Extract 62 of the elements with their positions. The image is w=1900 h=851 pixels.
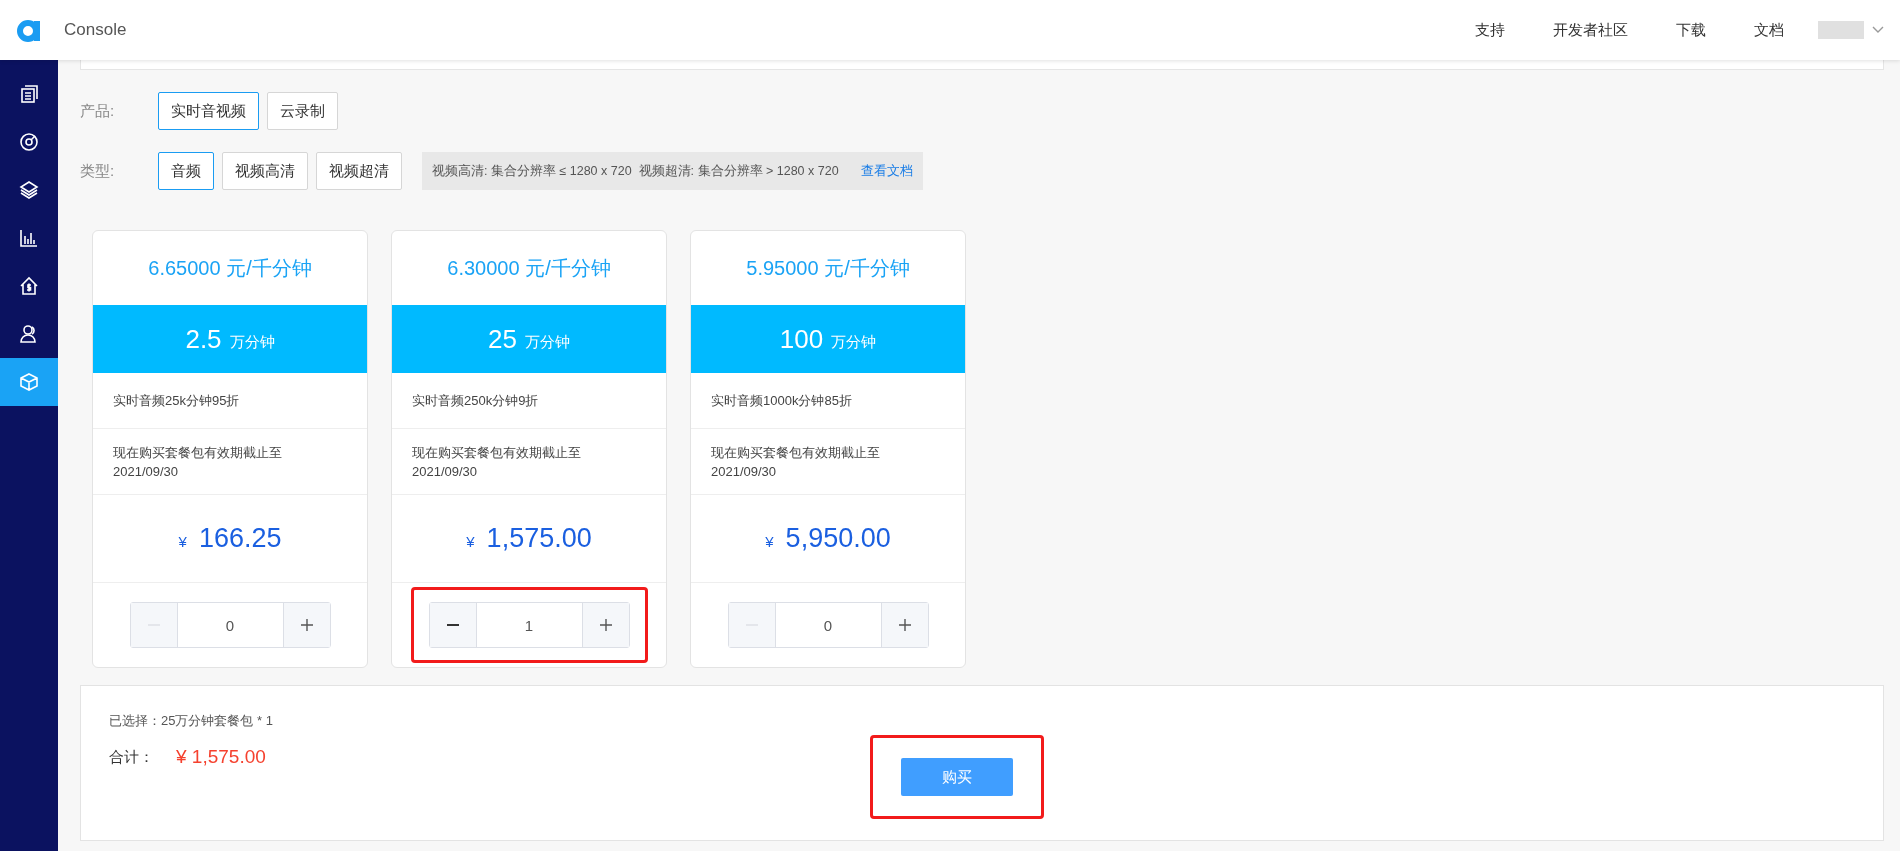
- filter-option[interactable]: 音频: [158, 152, 214, 190]
- filter-option[interactable]: 实时音视频: [158, 92, 259, 130]
- currency-symbol: ¥: [178, 533, 187, 550]
- filter-label: 类型:: [80, 161, 116, 181]
- plus-button[interactable]: [283, 603, 330, 647]
- nav-link[interactable]: 支持: [1475, 20, 1505, 40]
- discount-text: 实时音频25k分钟95折: [93, 373, 367, 429]
- users-icon: [19, 324, 39, 344]
- chart-icon: [19, 228, 39, 248]
- validity-date: 2021/09/30: [711, 462, 778, 481]
- selection-text: 已选择：25万分钟套餐包 * 1: [109, 712, 274, 730]
- package-price: 166.25: [198, 523, 282, 554]
- amount: 25: [488, 323, 517, 355]
- filter-label: 产品:: [80, 101, 116, 121]
- validity-date: 2021/09/30: [412, 462, 479, 481]
- nav-link[interactable]: 开发者社区: [1553, 20, 1628, 40]
- billing-icon: [19, 276, 39, 296]
- validity-text: 现在购买套餐包有效期截止至: [412, 443, 582, 462]
- unit-price: 6.30000 元/千分钟: [446, 255, 612, 281]
- nav-link[interactable]: 下载: [1676, 20, 1706, 40]
- docs-icon: [19, 84, 39, 104]
- amount-unit: 万分钟: [831, 332, 877, 352]
- discount-text: 实时音频1000k分钟85折: [691, 373, 965, 429]
- unit-price: 5.95000 元/千分钟: [745, 255, 911, 281]
- currency-symbol: ¥: [466, 533, 475, 550]
- quantity-input[interactable]: 0: [774, 603, 882, 647]
- amount-unit: 万分钟: [524, 332, 570, 352]
- quantity-input[interactable]: 1: [475, 603, 583, 647]
- quantity-stepper[interactable]: 0: [129, 602, 331, 648]
- quantity-stepper[interactable]: 0: [727, 602, 929, 648]
- nav-link[interactable]: 文档: [1754, 20, 1784, 40]
- plus-button[interactable]: [582, 603, 629, 647]
- amount-unit: 万分钟: [229, 332, 275, 352]
- package-icon: [19, 372, 39, 392]
- filter-option[interactable]: 云录制: [267, 92, 338, 130]
- filter-option[interactable]: 视频超清: [316, 152, 402, 190]
- resolution-note: 视频高清: 集合分辨率 ≤ 1280 x 720 视频超清: 集合分辨率 > 1280 x 720 查看文档: [422, 152, 923, 190]
- plus-button[interactable]: [881, 603, 928, 647]
- plus-icon: [598, 618, 613, 632]
- gauge-icon: [19, 132, 39, 152]
- validity-text: 现在购买套餐包有效期截止至: [113, 443, 283, 462]
- quantity-input[interactable]: 0: [176, 603, 284, 647]
- package-price: 1,575.00: [486, 523, 592, 554]
- unit-price: 6.65000 元/千分钟: [147, 255, 313, 281]
- docs-link[interactable]: 查看文档: [860, 162, 913, 180]
- filter-option[interactable]: 视频高清: [222, 152, 308, 190]
- amount: 2.5: [185, 323, 222, 355]
- package-price: 5,950.00: [785, 523, 891, 554]
- amount: 100: [779, 323, 824, 355]
- plus-icon: [897, 618, 912, 632]
- validity-date: 2021/09/30: [113, 462, 180, 481]
- app-title: Console: [64, 20, 127, 40]
- discount-text: 实时音频250k分钟9折: [392, 373, 666, 429]
- currency-symbol: ¥: [765, 533, 774, 550]
- caret-icon[interactable]: [1872, 26, 1884, 34]
- layers-icon: [19, 180, 39, 200]
- total-amount: ¥ 1,575.00: [176, 746, 266, 768]
- total-label: 合计：: [109, 747, 154, 767]
- validity-text: 现在购买套餐包有效期截止至: [711, 443, 881, 462]
- plus-icon: [299, 618, 314, 632]
- logo-icon: [16, 17, 42, 43]
- quantity-stepper[interactable]: 1: [428, 602, 630, 648]
